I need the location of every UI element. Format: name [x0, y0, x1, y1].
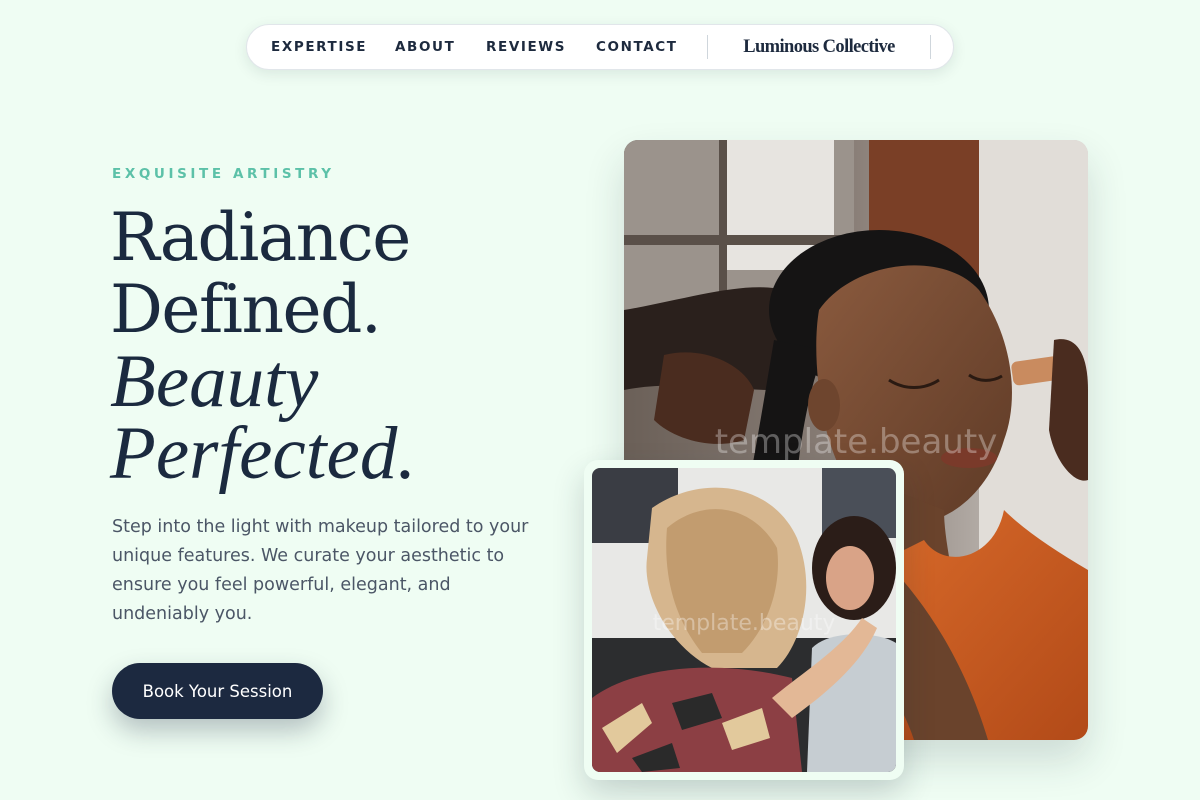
- top-navigation: EXPERTISE ABOUT REVIEWS CONTACT Luminous…: [246, 24, 954, 70]
- nav-link-reviews[interactable]: REVIEWS: [486, 25, 566, 69]
- nav-link-contact[interactable]: CONTACT: [596, 25, 678, 69]
- nav-link-about[interactable]: ABOUT: [395, 25, 455, 69]
- nav-link-expertise[interactable]: EXPERTISE: [271, 25, 367, 69]
- headline-italic-line-1: Beauty: [110, 340, 319, 423]
- headline-line-2: Defined.: [110, 271, 382, 348]
- hero-description: Step into the light with makeup tailored…: [112, 517, 529, 624]
- hero-eyebrow: EXQUISITE ARTISTRY: [112, 166, 335, 182]
- main-photo-watermark: template.beauty: [715, 422, 998, 462]
- brand-logo[interactable]: Luminous Collective: [717, 25, 921, 69]
- artist-at-work-illustration: template.beauty: [592, 468, 896, 772]
- headline-line-1: Radiance: [110, 199, 411, 276]
- nav-divider-left: [707, 35, 708, 59]
- inset-photo-watermark: template.beauty: [653, 611, 836, 636]
- headline-italic-line-2: Perfected.: [110, 412, 417, 495]
- book-session-button[interactable]: Book Your Session: [112, 663, 323, 719]
- nav-divider-right: [930, 35, 931, 59]
- hero-inset-photo-frame: template.beauty: [584, 460, 904, 780]
- hero-inset-photo: template.beauty: [592, 468, 896, 772]
- hero-headline: Radiance Defined. Beauty Perfected.: [110, 199, 417, 495]
